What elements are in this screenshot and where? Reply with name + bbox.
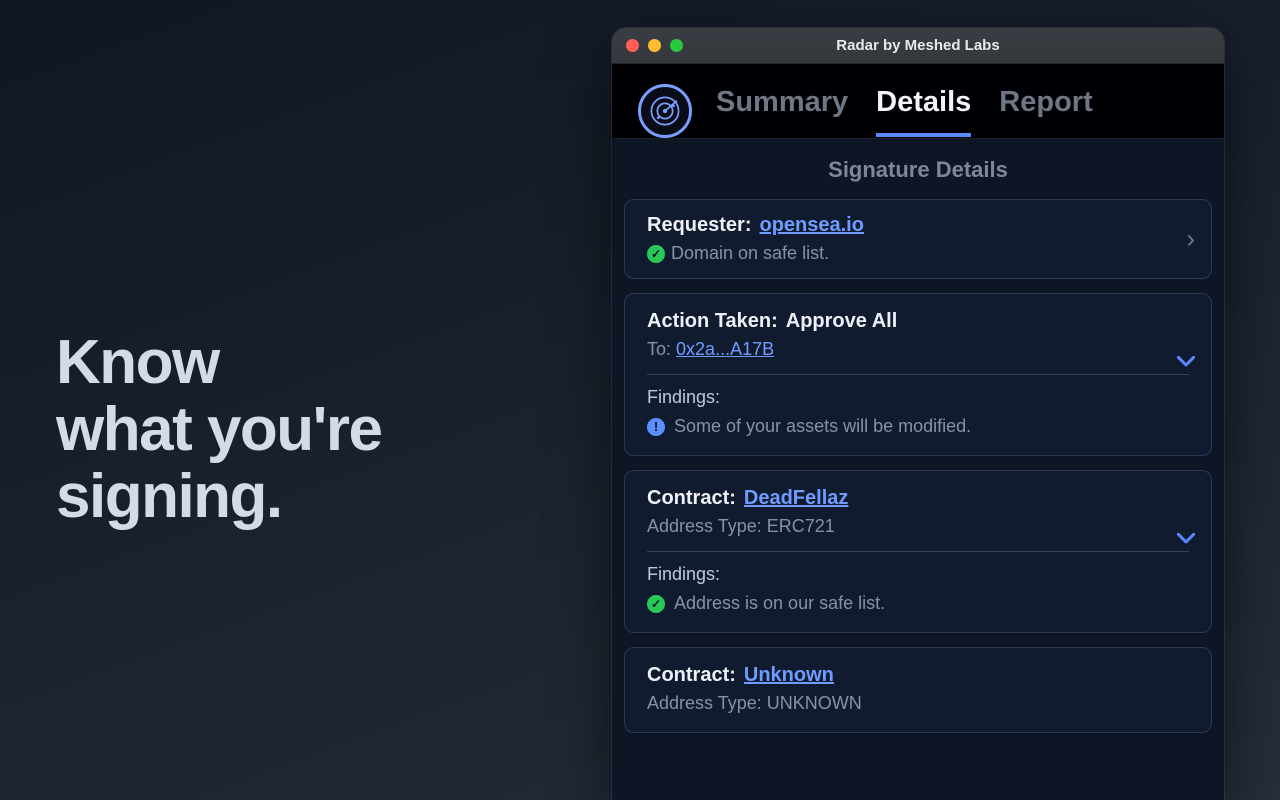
window-close-button[interactable] (626, 39, 639, 52)
contract-name-link[interactable]: Unknown (744, 664, 834, 687)
hero-line-1: Know (56, 330, 382, 397)
divider (647, 374, 1189, 375)
contract-label: Contract: (647, 487, 736, 510)
chevron-down-icon[interactable] (1177, 533, 1195, 545)
contract-finding-text: Address is on our safe list. (674, 593, 885, 614)
findings-label: Findings: (647, 387, 1189, 408)
contract-name-link[interactable]: DeadFellaz (744, 487, 848, 510)
traffic-light-buttons (612, 39, 683, 52)
addr-type-label: Address Type: (647, 693, 762, 713)
action-label: Action Taken: (647, 310, 778, 333)
tab-details[interactable]: Details (876, 86, 971, 137)
divider (647, 551, 1189, 552)
details-panel: Signature Details Requester: opensea.io … (612, 138, 1224, 800)
hero-line-3: signing. (56, 464, 382, 531)
tab-bar: Summary Details Report (716, 86, 1093, 137)
window-maximize-button[interactable] (670, 39, 683, 52)
action-card: Action Taken: Approve All To: 0x2a...A17… (624, 293, 1212, 456)
findings-label: Findings: (647, 564, 1189, 585)
window-minimize-button[interactable] (648, 39, 661, 52)
requester-label: Requester: (647, 214, 751, 237)
hero-headline: Know what you're signing. (56, 330, 382, 531)
addr-type-value: UNKNOWN (767, 693, 862, 713)
chevron-right-icon[interactable] (1186, 224, 1195, 255)
action-value: Approve All (786, 310, 898, 333)
requester-card[interactable]: Requester: opensea.io Domain on safe lis… (624, 199, 1212, 279)
section-title: Signature Details (624, 139, 1212, 199)
hero-line-2: what you're (56, 397, 382, 464)
requester-domain-link[interactable]: opensea.io (759, 214, 863, 237)
tab-report[interactable]: Report (999, 86, 1092, 137)
check-icon (647, 245, 665, 263)
contract-card: Contract: DeadFellaz Address Type: ERC72… (624, 470, 1212, 633)
requester-status: Domain on safe list. (671, 243, 829, 264)
action-to-label: To: (647, 339, 671, 359)
window-title: Radar by Meshed Labs (612, 37, 1224, 54)
addr-type-label: Address Type: (647, 516, 762, 536)
action-finding-text: Some of your assets will be modified. (674, 416, 971, 437)
action-to-address-link[interactable]: 0x2a...A17B (676, 339, 774, 359)
contract-label: Contract: (647, 664, 736, 687)
addr-type-value: ERC721 (767, 516, 835, 536)
app-window: Radar by Meshed Labs Summary Details Rep… (612, 28, 1224, 800)
contract-card: Contract: Unknown Address Type: UNKNOWN (624, 647, 1212, 733)
check-icon (647, 595, 665, 613)
tab-summary[interactable]: Summary (716, 86, 848, 137)
info-icon (647, 418, 665, 436)
app-header: Summary Details Report (612, 64, 1224, 138)
chevron-down-icon[interactable] (1177, 356, 1195, 368)
radar-logo-icon (638, 84, 692, 138)
window-titlebar: Radar by Meshed Labs (612, 28, 1224, 64)
